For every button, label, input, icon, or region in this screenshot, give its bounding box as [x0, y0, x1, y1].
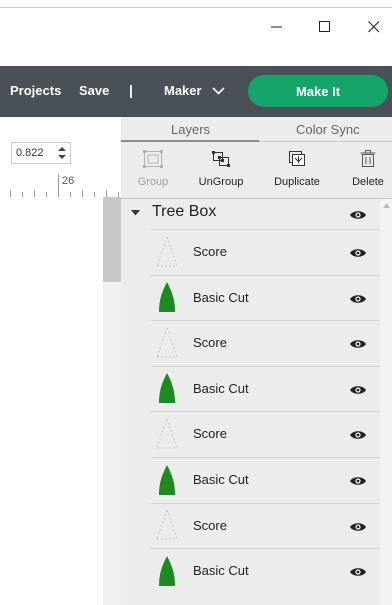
layer-row[interactable]: Score — [151, 502, 380, 549]
cut-shape-icon — [158, 373, 175, 404]
layer-name: Basic Cut — [193, 289, 249, 305]
duplicate-label: Duplicate — [274, 176, 320, 188]
ungroup-label: UnGroup — [198, 176, 244, 188]
size-input[interactable]: 0.822 — [11, 142, 71, 164]
group-label: Group — [137, 176, 169, 188]
layers-list: Tree Box Score Basic Cut Score Basic Cut Sco… — [121, 199, 392, 605]
layer-row[interactable]: Basic Cut — [151, 274, 380, 321]
window-top-border — [0, 7, 392, 8]
layer-row[interactable]: Basic Cut — [151, 365, 380, 412]
ruler-ticks — [10, 174, 119, 197]
delete-label: Delete — [352, 176, 384, 188]
layer-name: Basic Cut — [193, 380, 249, 396]
ungroup-icon — [212, 151, 230, 167]
layer-thumbnail — [151, 412, 182, 457]
canvas-scrollbar-thumb[interactable] — [103, 197, 121, 282]
maximize-icon — [319, 21, 330, 32]
layer-name: Score — [193, 426, 227, 442]
eye-icon[interactable] — [349, 521, 367, 533]
make-it-label: Make It — [295, 83, 341, 99]
save-button[interactable]: Save — [79, 83, 109, 98]
layer-row[interactable]: Score — [151, 229, 380, 275]
eye-icon[interactable] — [349, 429, 367, 441]
duplicate-button[interactable]: Duplicate — [269, 142, 325, 198]
toolbar-separator: | — [129, 82, 133, 98]
panel-scrollbar[interactable] — [380, 199, 392, 605]
layer-thumbnail — [151, 367, 182, 412]
layer-thumbnail — [151, 549, 182, 594]
eye-icon[interactable] — [349, 209, 367, 221]
machine-label: Maker — [164, 83, 202, 98]
layer-row[interactable]: Score — [151, 320, 380, 366]
layer-thumbnail — [151, 504, 182, 549]
layer-group-tree-box[interactable]: Tree Box — [121, 199, 380, 229]
score-shape-icon — [156, 327, 177, 358]
layer-thumbnail — [151, 276, 182, 321]
score-shape-icon — [156, 418, 177, 449]
score-shape-icon — [156, 509, 177, 540]
cut-shape-icon — [158, 282, 175, 313]
eye-icon[interactable] — [349, 384, 367, 396]
layer-thumbnail — [151, 458, 182, 503]
layer-thumbnail — [151, 230, 182, 275]
ruler-number: 26 — [62, 175, 75, 187]
horizontal-ruler: 26 — [0, 172, 121, 198]
eye-icon[interactable] — [349, 247, 367, 259]
duplicate-icon — [289, 151, 305, 166]
machine-selector[interactable]: Maker — [164, 83, 225, 98]
eye-icon[interactable] — [349, 475, 367, 487]
app-toolbar: Projects Save | Maker Make It — [0, 66, 392, 117]
maximize-button[interactable] — [305, 14, 345, 40]
close-button[interactable] — [354, 14, 392, 40]
layer-tools: Group UnGroup Duplicate Delete — [121, 142, 392, 199]
caret-down-icon[interactable] — [131, 210, 140, 216]
layer-row[interactable]: Score — [151, 411, 380, 457]
layer-row[interactable]: Basic Cut — [151, 548, 380, 594]
close-icon — [368, 21, 380, 33]
layer-name: Score — [193, 244, 227, 259]
group-button[interactable]: Group — [128, 142, 178, 198]
eye-icon[interactable] — [349, 293, 367, 305]
layer-name: Basic Cut — [193, 563, 249, 579]
make-it-button[interactable]: Make It — [248, 75, 388, 107]
eye-icon[interactable] — [349, 566, 367, 578]
layer-name: Score — [193, 335, 227, 351]
ungroup-button[interactable]: UnGroup — [195, 142, 247, 198]
cut-shape-icon — [158, 464, 175, 495]
minimize-button[interactable] — [257, 14, 297, 40]
layer-name: Score — [193, 517, 227, 533]
layer-row[interactable]: Basic Cut — [151, 457, 380, 503]
delete-button[interactable]: Delete — [347, 142, 389, 198]
chevron-down-icon — [212, 86, 225, 95]
scroll-up-icon[interactable] — [383, 203, 390, 208]
group-name: Tree Box — [152, 203, 217, 220]
projects-link[interactable]: Projects — [10, 83, 61, 98]
group-icon — [143, 150, 163, 168]
score-shape-icon — [156, 236, 177, 266]
layer-thumbnail — [151, 321, 182, 366]
layers-panel: Layers Color Sync Group UnGroup Duplicat… — [121, 117, 392, 605]
layer-name: Basic Cut — [193, 472, 249, 487]
panel-tabs: Layers Color Sync — [121, 117, 392, 142]
tab-color-sync[interactable]: Color Sync — [296, 122, 360, 137]
cut-shape-icon — [158, 555, 175, 586]
trash-icon — [360, 150, 376, 167]
size-value: 0.822 — [16, 147, 44, 159]
stepper-arrows-icon[interactable] — [57, 146, 67, 160]
tab-layers[interactable]: Layers — [171, 122, 210, 137]
minimize-icon — [271, 26, 282, 28]
eye-icon[interactable] — [349, 338, 367, 350]
